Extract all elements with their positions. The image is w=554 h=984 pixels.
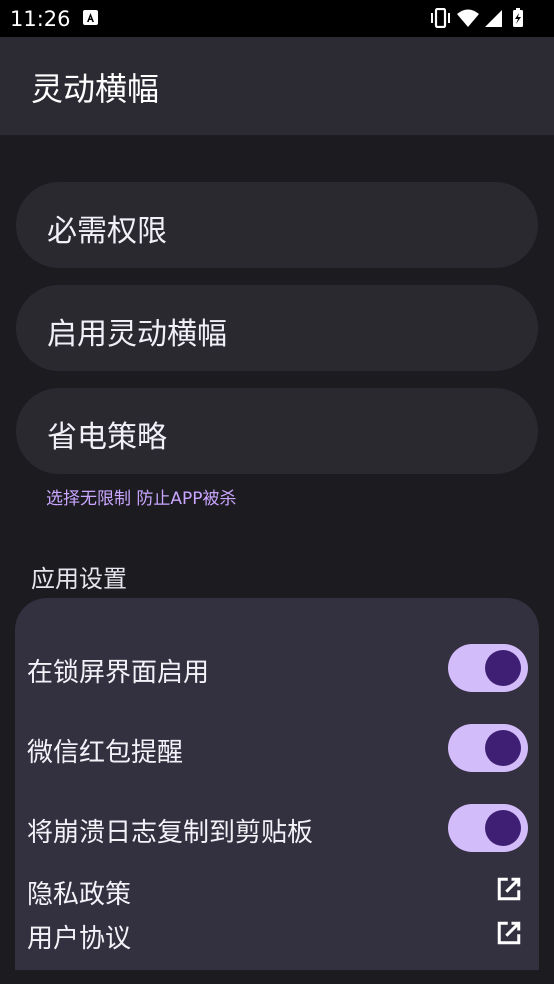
power-saving-hint: 选择无限制 防止APP被杀 <box>46 489 237 509</box>
cellular-icon <box>485 10 502 27</box>
open-external-icon[interactable] <box>494 874 524 904</box>
toggle-knob <box>485 730 521 766</box>
power-saving-card[interactable]: 省电策略 <box>16 388 538 474</box>
battery-charging-icon <box>513 8 523 27</box>
wifi-icon <box>457 9 479 27</box>
status-time: 11:26 <box>10 7 71 31</box>
status-icons <box>431 8 523 28</box>
privacy-policy-link[interactable]: 隐私政策 <box>27 874 131 911</box>
open-external-icon[interactable] <box>494 918 524 948</box>
crash-log-toggle-label: 将崩溃日志复制到剪贴板 <box>27 818 314 848</box>
required-permissions-card[interactable]: 必需权限 <box>16 182 538 268</box>
wechat-redpacket-toggle[interactable] <box>448 724 528 772</box>
power-saving-label: 省电策略 <box>47 420 167 455</box>
section-title: 应用设置 <box>31 565 127 593</box>
settings-panel: 在锁屏界面启用 微信红包提醒 将崩溃日志复制到剪贴板 隐私政策 用户协议 <box>15 598 539 970</box>
app-bar: 灵动横幅 <box>0 37 554 135</box>
toggle-knob <box>485 810 521 846</box>
app-bar-title: 灵动横幅 <box>31 70 160 108</box>
wechat-redpacket-toggle-label: 微信红包提醒 <box>27 738 184 768</box>
status-bar: 11:26 <box>0 0 554 37</box>
user-agreement-link[interactable]: 用户协议 <box>27 918 131 955</box>
app-notification-icon <box>83 10 98 25</box>
lockscreen-toggle[interactable] <box>448 644 528 692</box>
vibrate-icon <box>431 8 450 28</box>
enable-banner-label: 启用灵动横幅 <box>47 317 227 352</box>
crash-log-toggle[interactable] <box>448 804 528 852</box>
required-permissions-label: 必需权限 <box>47 214 167 249</box>
lockscreen-toggle-label: 在锁屏界面启用 <box>27 658 210 688</box>
toggle-knob <box>485 650 521 686</box>
enable-banner-card[interactable]: 启用灵动横幅 <box>16 285 538 371</box>
